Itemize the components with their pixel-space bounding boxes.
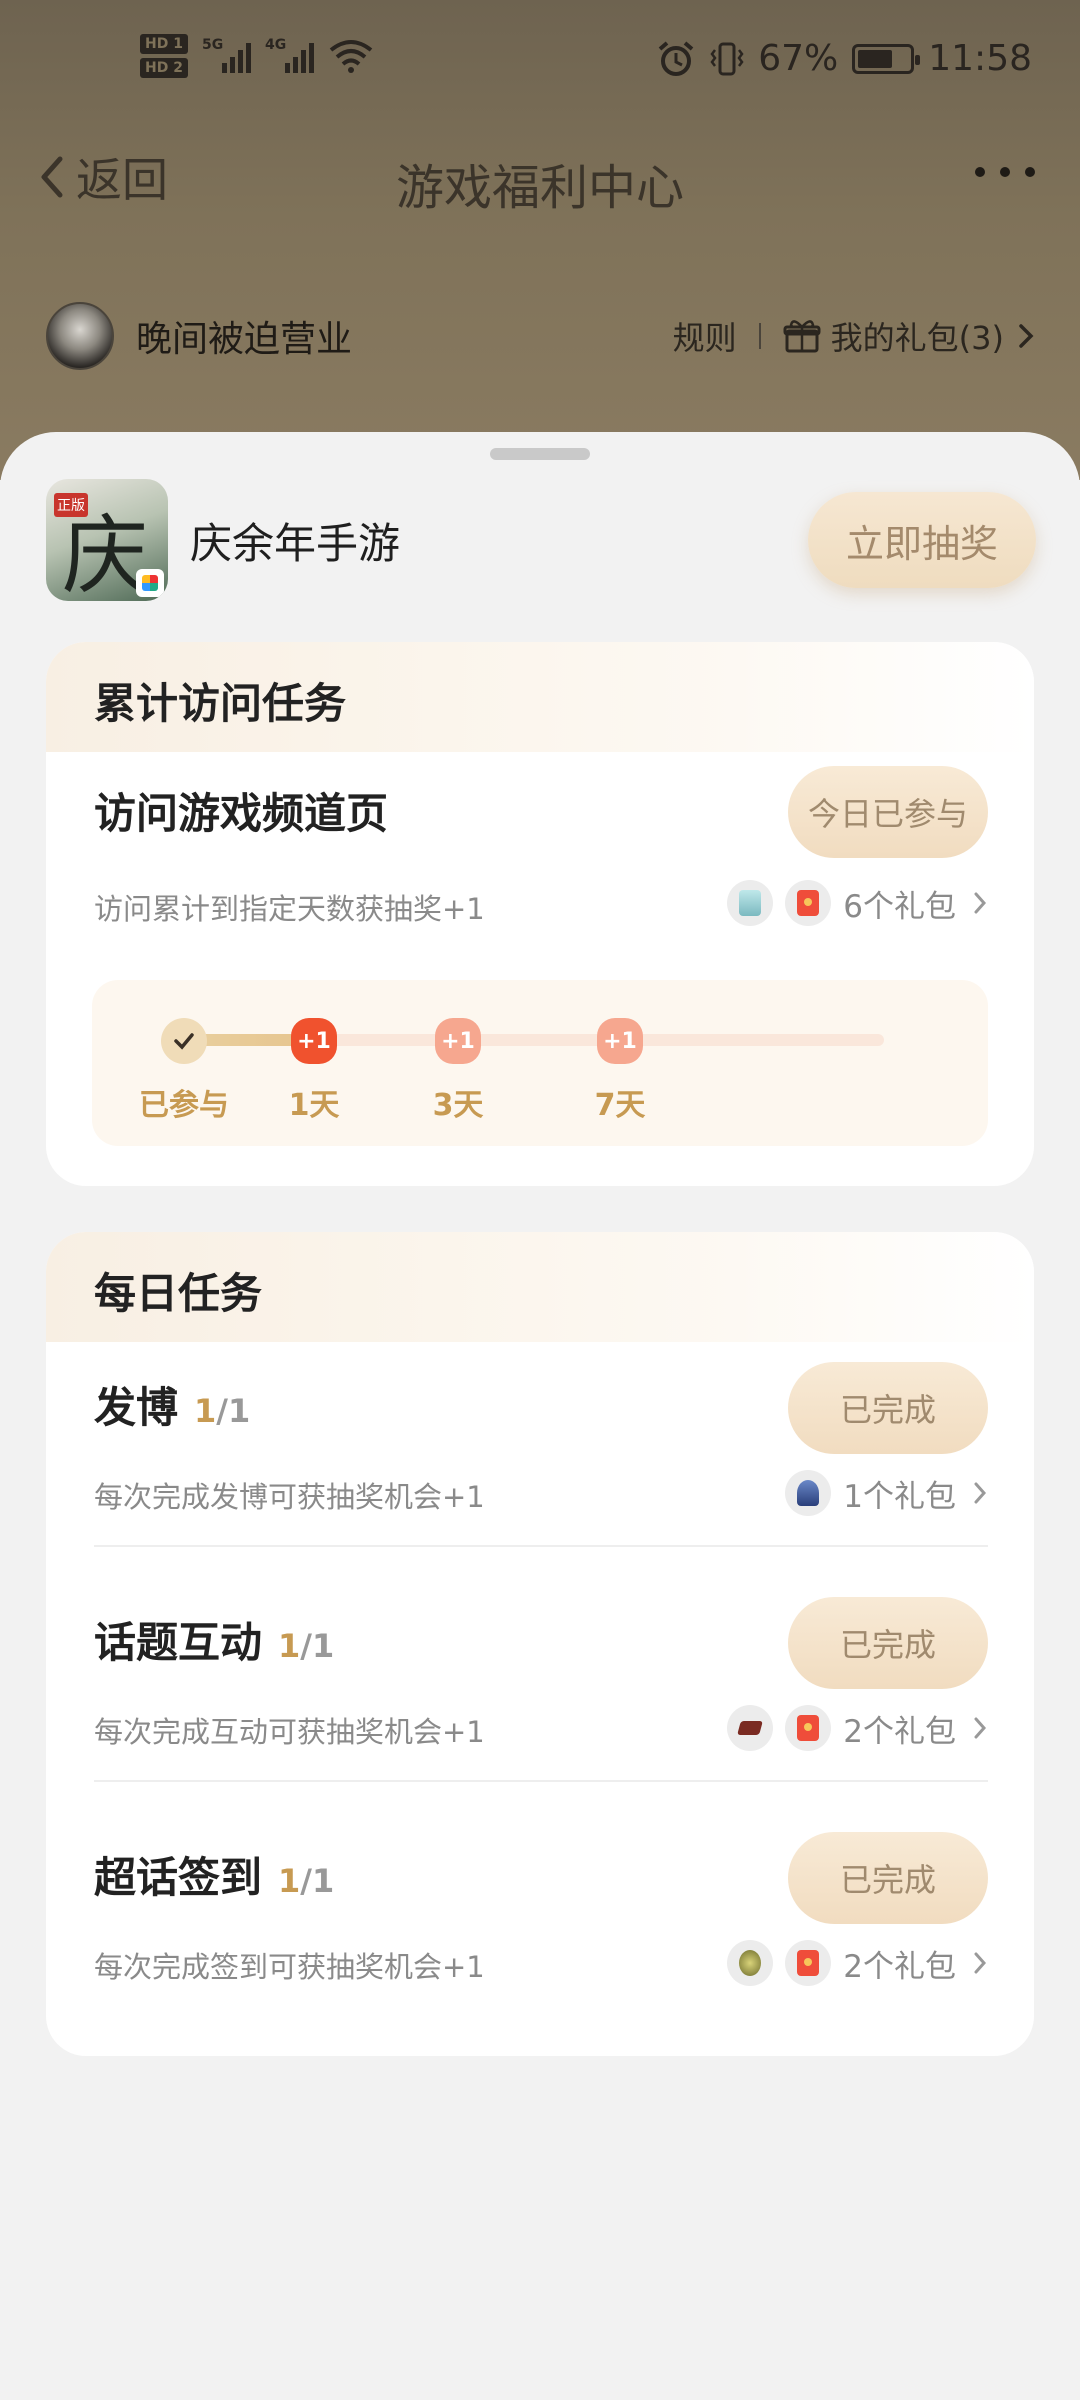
battery-percent: 67% bbox=[758, 38, 839, 79]
gift-count: 1个礼包 bbox=[843, 1478, 956, 1515]
task-title-row: 发博 1/1 bbox=[94, 1374, 250, 1435]
task-title-row: 超话签到 1/1 bbox=[94, 1844, 334, 1905]
herb-gift-icon bbox=[727, 1940, 774, 1986]
red-packet-icon bbox=[785, 1940, 832, 1986]
rules-link[interactable]: 规则 bbox=[673, 313, 759, 359]
status-button[interactable]: 今日已参与 bbox=[788, 766, 988, 858]
chevron-right-icon bbox=[974, 1482, 987, 1504]
gift-preview[interactable]: 2个礼包 bbox=[727, 1705, 988, 1751]
network-4g-label: 4G bbox=[264, 37, 287, 53]
platform-badge-icon bbox=[136, 569, 164, 597]
hd-indicators: HD 1 HD 2 bbox=[140, 34, 188, 78]
gift-count: 2个礼包 bbox=[843, 1948, 956, 1985]
chevron-right-icon bbox=[1019, 324, 1034, 348]
battery-fill bbox=[858, 49, 892, 68]
hat-gift-icon bbox=[727, 1705, 774, 1751]
gift-preview[interactable]: 6个礼包 bbox=[727, 880, 988, 926]
divider bbox=[758, 323, 761, 349]
divider bbox=[94, 1780, 988, 1782]
chevron-right-icon bbox=[974, 1717, 987, 1739]
page-title: 游戏福利中心 bbox=[395, 160, 684, 216]
task-description: 每次完成签到可获抽奖机会+1 bbox=[94, 1950, 485, 1984]
wifi-icon bbox=[329, 40, 373, 73]
gift-icon bbox=[783, 320, 821, 353]
network-5g-label: 5G bbox=[201, 37, 224, 53]
crystal-gift-icon bbox=[727, 880, 774, 926]
gift-preview[interactable]: 1个礼包 bbox=[785, 1470, 988, 1516]
status-bar: HD 1 HD 2 5G 4G 67% 11:58 bbox=[0, 0, 1080, 130]
signal-4g-icon: 4G bbox=[264, 37, 314, 73]
hd1-badge: HD 1 bbox=[140, 34, 188, 54]
cumulative-task-card: 累计访问任务 访问游戏频道页 今日已参与 访问累计到指定天数获抽奖+1 6个礼包… bbox=[46, 642, 1034, 1186]
task-title: 发博 bbox=[94, 1383, 179, 1432]
user-row: 晚间被迫营业 规则 我的礼包(3) bbox=[46, 298, 1036, 374]
clock: 11:58 bbox=[928, 38, 1032, 79]
hd2-badge: HD 2 bbox=[140, 58, 188, 78]
red-packet-icon bbox=[785, 880, 832, 926]
battery-icon bbox=[852, 43, 921, 74]
my-gifts-link[interactable]: 我的礼包(3) bbox=[831, 313, 1004, 359]
status-left: HD 1 HD 2 5G 4G bbox=[140, 34, 374, 78]
chevron-right-icon bbox=[974, 1952, 987, 1974]
sheet-drag-handle[interactable] bbox=[490, 448, 590, 460]
draw-now-button[interactable]: 立即抽奖 bbox=[808, 492, 1036, 588]
visit-progress-track: +1 +1 +1 已参与 1天 3天 7天 bbox=[92, 980, 988, 1146]
signal-5g-icon: 5G bbox=[201, 37, 251, 73]
progress-done: 1 bbox=[194, 1392, 217, 1430]
progress-done: 1 bbox=[278, 1862, 301, 1900]
track-label: 1天 bbox=[288, 1088, 340, 1123]
chevron-right-icon bbox=[974, 892, 987, 914]
red-packet-icon bbox=[785, 1705, 832, 1751]
game-app-icon: 庆 正版 bbox=[46, 479, 168, 601]
game-name: 庆余年手游 bbox=[190, 518, 401, 568]
task-progress: 1/1 bbox=[278, 1627, 334, 1665]
status-right: 67% 11:58 bbox=[656, 38, 1032, 79]
status-button[interactable]: 已完成 bbox=[788, 1362, 988, 1454]
vibrate-icon bbox=[710, 42, 744, 75]
more-icon[interactable] bbox=[970, 160, 1040, 184]
task-item: 发博 1/1 已完成 每次完成发博可获抽奖机会+1 1个礼包 bbox=[46, 1342, 1034, 1547]
bottom-sheet: 庆 正版 庆余年手游 立即抽奖 累计访问任务 访问游戏频道页 今日已参与 访问累… bbox=[0, 432, 1080, 2400]
game-header: 庆 正版 庆余年手游 立即抽奖 bbox=[46, 478, 1036, 602]
blue-crystal-gift-icon bbox=[785, 1470, 832, 1516]
section-title: 累计访问任务 bbox=[46, 642, 1034, 752]
track-node-badge: +1 bbox=[597, 1018, 643, 1064]
task-progress: 1/1 bbox=[278, 1862, 334, 1900]
game-icon-tag: 正版 bbox=[54, 493, 88, 517]
task-title-row: 话题互动 1/1 bbox=[94, 1609, 334, 1670]
progress-total: /1 bbox=[300, 1627, 335, 1665]
divider bbox=[94, 1545, 988, 1547]
track-label: 7天 bbox=[594, 1088, 646, 1123]
section-title: 每日任务 bbox=[46, 1232, 1034, 1342]
task-item: 超话签到 1/1 已完成 每次完成签到可获抽奖机会+1 2个礼包 bbox=[46, 1812, 1034, 2017]
task-item: 话题互动 1/1 已完成 每次完成互动可获抽奖机会+1 2个礼包 bbox=[46, 1577, 1034, 1782]
check-icon bbox=[161, 1018, 207, 1064]
task-title: 超话签到 bbox=[94, 1853, 263, 1902]
task-description: 每次完成互动可获抽奖机会+1 bbox=[94, 1715, 485, 1749]
gift-count: 6个礼包 bbox=[843, 888, 956, 925]
track-label: 3天 bbox=[432, 1088, 484, 1123]
task-title: 话题互动 bbox=[94, 1618, 263, 1667]
alarm-icon bbox=[658, 40, 694, 76]
status-button[interactable]: 已完成 bbox=[788, 1597, 988, 1689]
daily-task-card: 每日任务 发博 1/1 已完成 每次完成发博可获抽奖机会+1 1个礼包 话题互动 1… bbox=[46, 1232, 1034, 2056]
nav-bar: 返回 游戏福利中心 bbox=[0, 130, 1080, 220]
user-actions: 规则 我的礼包(3) bbox=[673, 313, 1036, 359]
task-title: 访问游戏频道页 bbox=[94, 789, 389, 838]
status-button[interactable]: 已完成 bbox=[788, 1832, 988, 1924]
avatar[interactable] bbox=[46, 302, 114, 370]
progress-total: /1 bbox=[300, 1862, 335, 1900]
user-name: 晚间被迫营业 bbox=[136, 319, 353, 360]
progress-done: 1 bbox=[278, 1627, 301, 1665]
task-description: 每次完成发博可获抽奖机会+1 bbox=[94, 1480, 485, 1514]
track-node-badge: +1 bbox=[435, 1018, 481, 1064]
task-description: 访问累计到指定天数获抽奖+1 bbox=[94, 892, 485, 926]
task-progress: 1/1 bbox=[194, 1392, 250, 1430]
gift-preview[interactable]: 2个礼包 bbox=[727, 1940, 988, 1986]
progress-total: /1 bbox=[216, 1392, 251, 1430]
track-node-badge: +1 bbox=[291, 1018, 337, 1064]
gift-count: 2个礼包 bbox=[843, 1713, 956, 1750]
